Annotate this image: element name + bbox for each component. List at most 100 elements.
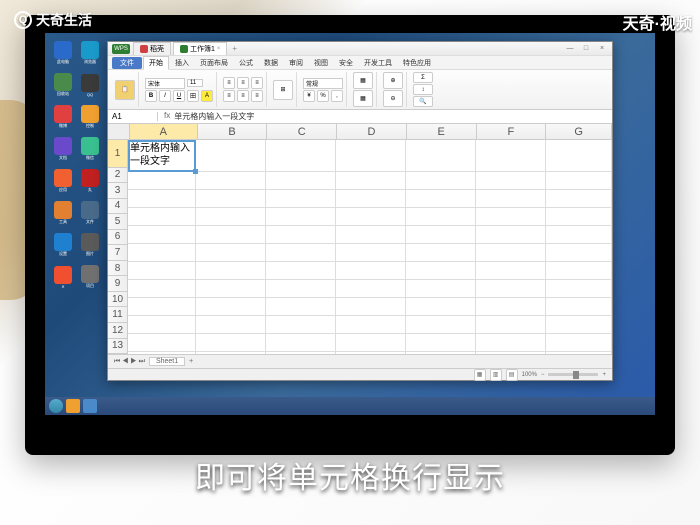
cell-A12[interactable] — [128, 352, 196, 354]
col-header-A[interactable]: A — [130, 124, 198, 139]
cell-E6[interactable] — [406, 244, 476, 262]
cell-C5[interactable] — [266, 226, 336, 244]
cell-D6[interactable] — [336, 244, 406, 262]
row-header-1[interactable]: 1 — [108, 140, 128, 168]
delete-button[interactable]: ⊖ — [383, 90, 403, 107]
sheet-tab-1[interactable]: Sheet1 — [149, 357, 185, 366]
windows-taskbar[interactable] — [45, 397, 655, 415]
cell-A4[interactable] — [128, 208, 196, 226]
cell-G2[interactable] — [546, 172, 612, 190]
cell-B8[interactable] — [196, 280, 266, 298]
tab-close-icon[interactable]: × — [217, 46, 221, 52]
desktop-icon[interactable]: 控制 — [78, 103, 102, 131]
row-header-9[interactable]: 9 — [108, 276, 128, 292]
titlebar[interactable]: WPS 稻壳 工作簿1 × + — □ × — [108, 42, 612, 56]
view-normal-icon[interactable]: ▦ — [474, 369, 486, 381]
size-select[interactable]: 11 — [187, 79, 203, 87]
cell-D2[interactable] — [336, 172, 406, 190]
close-button[interactable]: × — [596, 45, 608, 52]
cell-D12[interactable] — [336, 352, 406, 354]
cell-E2[interactable] — [406, 172, 476, 190]
taskbar-app-1[interactable] — [66, 399, 80, 413]
desktop-icon[interactable]: ✕ — [51, 263, 75, 291]
align-bot-button[interactable]: ≡ — [251, 77, 263, 89]
cell-B5[interactable] — [196, 226, 266, 244]
tab-add-icon[interactable]: + — [232, 44, 237, 53]
cell-G7[interactable] — [546, 262, 612, 280]
cell-A11[interactable] — [128, 334, 196, 352]
col-header-D[interactable]: D — [337, 124, 407, 139]
cell-D11[interactable] — [336, 334, 406, 352]
cell-G3[interactable] — [546, 190, 612, 208]
cell-G6[interactable] — [546, 244, 612, 262]
align-left-button[interactable]: ≡ — [223, 90, 235, 102]
cell-B9[interactable] — [196, 298, 266, 316]
col-header-F[interactable]: F — [477, 124, 547, 139]
cell-C9[interactable] — [266, 298, 336, 316]
cell-D9[interactable] — [336, 298, 406, 316]
view-break-icon[interactable]: ▤ — [506, 369, 518, 381]
desktop-icon[interactable]: 应用 — [51, 167, 75, 195]
col-header-G[interactable]: G — [546, 124, 612, 139]
sum-button[interactable]: Σ — [413, 72, 433, 83]
row-header-13[interactable]: 13 — [108, 339, 128, 354]
cell-C12[interactable] — [266, 352, 336, 354]
select-all-corner[interactable] — [108, 124, 130, 139]
cell-F7[interactable] — [476, 262, 546, 280]
desktop-icon[interactable]: 回收站 — [51, 71, 75, 99]
comma-button[interactable]: , — [331, 90, 343, 102]
format-select[interactable]: 常规 — [303, 78, 343, 89]
cell-G11[interactable] — [546, 334, 612, 352]
cell-D3[interactable] — [336, 190, 406, 208]
cell-B7[interactable] — [196, 262, 266, 280]
name-box[interactable]: A1 — [108, 112, 158, 121]
cell-C11[interactable] — [266, 334, 336, 352]
align-center-button[interactable]: ≡ — [237, 90, 249, 102]
cell-D10[interactable] — [336, 316, 406, 334]
menu-安全[interactable]: 安全 — [334, 57, 358, 69]
zoom-thumb[interactable] — [573, 371, 579, 379]
cell-G4[interactable] — [546, 208, 612, 226]
desktop-icon[interactable]: 工具 — [51, 199, 75, 227]
cell-A8[interactable] — [128, 280, 196, 298]
cell-E9[interactable] — [406, 298, 476, 316]
desktop-icon[interactable]: 浏览器 — [78, 39, 102, 67]
zoom-in-button[interactable]: + — [602, 372, 606, 378]
desktop-icon[interactable]: 此电脑 — [51, 39, 75, 67]
cell-F10[interactable] — [476, 316, 546, 334]
cell-F8[interactable] — [476, 280, 546, 298]
row-header-3[interactable]: 3 — [108, 183, 128, 199]
cell-E4[interactable] — [406, 208, 476, 226]
view-layout-icon[interactable]: ▥ — [490, 369, 502, 381]
align-right-button[interactable]: ≡ — [251, 90, 263, 102]
tab-docer[interactable]: 稻壳 — [133, 42, 171, 55]
cell-A1[interactable]: 单元格内输入一段文字 — [128, 140, 196, 172]
cell-D8[interactable] — [336, 280, 406, 298]
cell-C4[interactable] — [266, 208, 336, 226]
row-header-8[interactable]: 8 — [108, 261, 128, 277]
cond-format-button[interactable]: ▦ — [353, 72, 373, 89]
cell-E8[interactable] — [406, 280, 476, 298]
font-select[interactable]: 宋体 — [145, 78, 185, 89]
cell-B10[interactable] — [196, 316, 266, 334]
desktop-icon[interactable]: 设置 — [51, 231, 75, 259]
cell-G12[interactable] — [546, 352, 612, 354]
row-header-12[interactable]: 12 — [108, 323, 128, 339]
menu-开发工具[interactable]: 开发工具 — [359, 57, 397, 69]
cell-G1[interactable] — [546, 140, 612, 172]
menu-视图[interactable]: 视图 — [309, 57, 333, 69]
currency-button[interactable]: ¥ — [303, 90, 315, 102]
cell-C3[interactable] — [266, 190, 336, 208]
desktop-icon[interactable]: 丸 — [78, 167, 102, 195]
cell-C1[interactable] — [266, 140, 336, 172]
desktop-icon[interactable]: 项目 — [78, 263, 102, 291]
fx-icon[interactable]: fx — [164, 111, 170, 122]
cell-E12[interactable] — [406, 352, 476, 354]
menu-开始[interactable]: 开始 — [143, 56, 169, 70]
menu-数据[interactable]: 数据 — [259, 57, 283, 69]
cell-C10[interactable] — [266, 316, 336, 334]
find-button[interactable]: 🔍 — [413, 96, 433, 107]
desktop-icon[interactable]: 文档 — [51, 135, 75, 163]
desktop-icon[interactable]: 图片 — [78, 231, 102, 259]
cell-E11[interactable] — [406, 334, 476, 352]
